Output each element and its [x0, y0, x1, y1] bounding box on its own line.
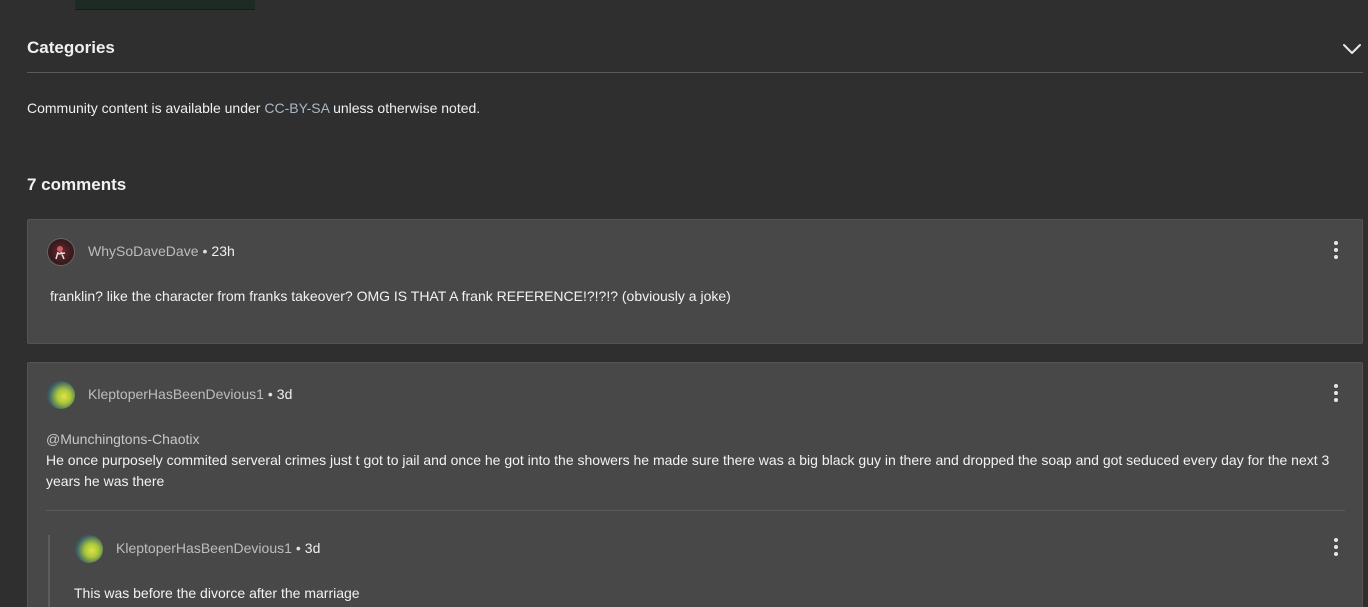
meta-separator: • [267, 386, 273, 402]
meta-separator: • [202, 243, 208, 259]
more-options-icon[interactable] [1332, 240, 1340, 260]
comment-meta: KleptoperHasBeenDevious1 • 3d [88, 386, 292, 402]
license-notice: Community content is available under CC-… [27, 100, 480, 116]
meta-separator: • [295, 540, 301, 556]
categories-title: Categories [27, 38, 115, 57]
comment-username[interactable]: WhySoDaveDave [88, 243, 199, 259]
reply-username[interactable]: KleptoperHasBeenDevious1 [116, 540, 292, 556]
license-suffix: unless otherwise noted. [329, 100, 481, 116]
more-options-icon[interactable] [1332, 537, 1340, 557]
reply-timestamp: 3d [304, 540, 321, 556]
license-prefix: Community content is available under [27, 100, 265, 116]
comment-meta: WhySoDaveDave • 23h [88, 243, 235, 259]
comment-mention[interactable]: @Munchingtons-Chaotix [46, 431, 200, 447]
license-link[interactable]: CC-BY-SA [264, 100, 329, 116]
chevron-down-icon[interactable] [1341, 38, 1363, 60]
page-image-bottom-edge [75, 0, 255, 10]
comment-timestamp: 3d [276, 386, 293, 402]
reply-thread-line [48, 535, 50, 607]
categories-toggle[interactable]: Categories [27, 34, 1363, 73]
comment-card: WhySoDaveDave • 23h franklin? like the cha… [27, 219, 1363, 344]
avatar[interactable] [47, 238, 75, 266]
comments-count: 7 comments [27, 175, 127, 194]
avatar-figure-icon [55, 246, 66, 260]
reply-meta: KleptoperHasBeenDevious1 • 3d [116, 540, 320, 556]
avatar[interactable] [47, 381, 75, 409]
reply-divider [46, 510, 1345, 511]
avatar[interactable] [75, 535, 103, 563]
comment-card: KleptoperHasBeenDevious1 • 3d @Munchington… [27, 362, 1363, 607]
comment-body: He once purposely commited serveral crim… [46, 452, 1330, 489]
more-options-icon[interactable] [1332, 383, 1340, 403]
reply-body: This was before the divorce after the ma… [74, 585, 360, 601]
page: Categories Community content is availabl… [0, 0, 1368, 607]
comment-body: franklin? like the character from franks… [50, 288, 731, 304]
comment-username[interactable]: KleptoperHasBeenDevious1 [88, 386, 264, 402]
comment-timestamp: 23h [211, 243, 235, 259]
